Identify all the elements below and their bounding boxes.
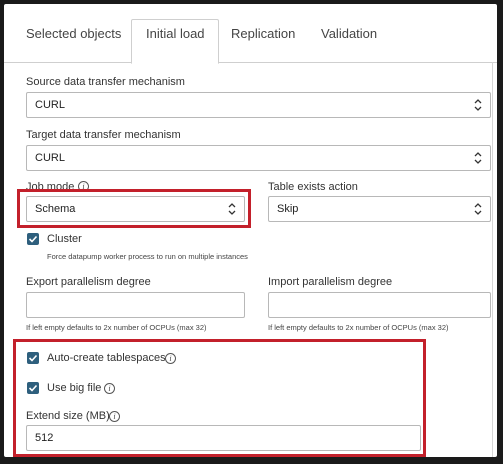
tab-selected-objects[interactable]: Selected objects — [26, 26, 121, 41]
checkmark-icon — [28, 354, 38, 362]
extend-size-label: Extend size (MB) — [26, 410, 110, 422]
cluster-label: Cluster — [47, 233, 82, 245]
auto-create-label: Auto-create tablespaces — [47, 352, 166, 364]
info-icon[interactable]: i — [109, 411, 120, 422]
auto-create-checkbox[interactable] — [27, 352, 39, 364]
tab-bar: Selected objects Initial load Replicatio… — [4, 4, 497, 64]
table-exists-label: Table exists action — [268, 181, 358, 193]
target-mechanism-value: CURL — [35, 152, 65, 164]
info-icon[interactable]: i — [78, 181, 89, 192]
chevron-up-down-icon — [474, 99, 482, 111]
table-exists-select[interactable]: Skip — [268, 196, 491, 222]
tab-validation[interactable]: Validation — [321, 26, 377, 41]
chevron-up-down-icon — [474, 203, 482, 215]
chevron-up-down-icon — [474, 152, 482, 164]
export-parallelism-label: Export parallelism degree — [26, 276, 151, 288]
export-parallelism-input[interactable] — [26, 292, 245, 318]
extend-size-input[interactable]: 512 — [26, 425, 421, 451]
initial-load-panel: Selected objects Initial load Replicatio… — [4, 4, 497, 457]
table-exists-value: Skip — [277, 203, 299, 215]
tab-replication[interactable]: Replication — [231, 26, 295, 41]
import-parallelism-hint: If left empty defaults to 2x number of O… — [268, 323, 449, 332]
import-parallelism-label: Import parallelism degree — [268, 276, 393, 288]
extend-size-value: 512 — [35, 432, 54, 444]
chevron-up-down-icon — [228, 203, 236, 215]
info-icon[interactable]: i — [165, 353, 176, 364]
big-file-checkbox[interactable] — [27, 382, 39, 394]
job-mode-label: Job mode — [26, 181, 75, 193]
info-icon[interactable]: i — [104, 383, 115, 394]
source-mechanism-value: CURL — [35, 99, 65, 111]
job-mode-value: Schema — [35, 203, 76, 215]
source-mechanism-select[interactable]: CURL — [26, 92, 491, 118]
cluster-checkbox[interactable] — [27, 233, 39, 245]
checkmark-icon — [28, 384, 38, 392]
target-mechanism-select[interactable]: CURL — [26, 145, 491, 171]
checkmark-icon — [28, 235, 38, 243]
cluster-hint: Force datapump worker process to run on … — [47, 252, 248, 261]
source-mechanism-label: Source data transfer mechanism — [26, 76, 185, 88]
export-parallelism-hint: If left empty defaults to 2x number of O… — [26, 323, 207, 332]
panel-divider — [492, 62, 493, 457]
big-file-label: Use big file — [47, 382, 102, 394]
target-mechanism-label: Target data transfer mechanism — [26, 129, 181, 141]
tab-initial-load[interactable]: Initial load — [146, 26, 205, 41]
job-mode-select[interactable]: Schema — [26, 196, 245, 222]
import-parallelism-input[interactable] — [268, 292, 491, 318]
